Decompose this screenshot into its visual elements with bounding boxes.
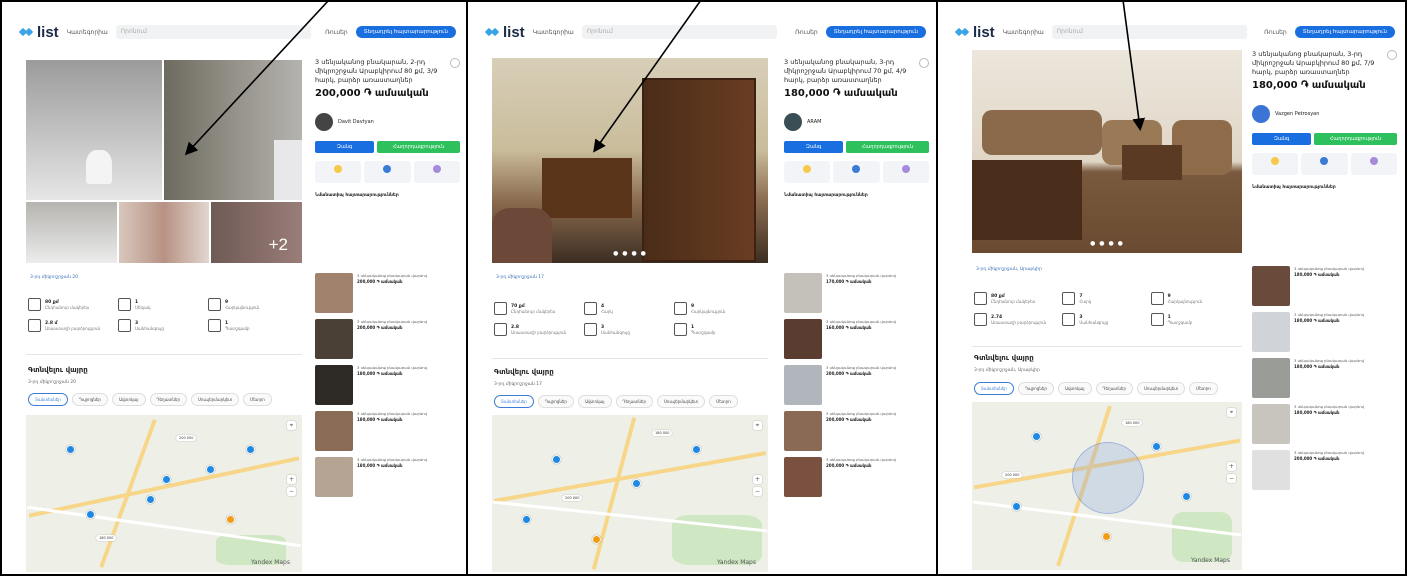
arrow-3 [1122,0,1146,132]
arrow-2 [593,0,702,153]
arrow-1 [184,0,330,156]
annotation-arrows [184,0,1146,156]
